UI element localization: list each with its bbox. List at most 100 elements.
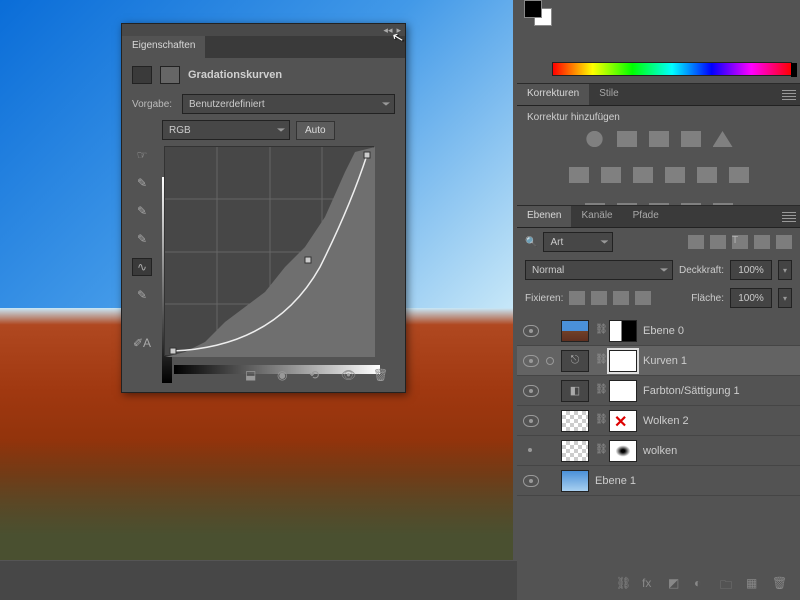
link-mask-icon[interactable]: ⛓ [595,354,603,368]
layer-row[interactable]: Ebene 1 [517,466,800,496]
lock-transparency-icon[interactable] [569,291,585,305]
filter-shape-icon[interactable] [754,235,770,249]
link-mask-icon[interactable]: ⛓ [595,414,603,428]
gray-point-eyedropper-icon[interactable]: ✎ [132,202,152,220]
layer-name[interactable]: wolken [643,445,677,457]
fg-bg-colors[interactable] [522,0,562,36]
layer-row[interactable]: ◧ ⛓ Farbton/Sättigung 1 [517,376,800,406]
curves-svg[interactable] [165,147,375,357]
layer-name[interactable]: Ebene 1 [595,475,636,487]
blend-mode-dropdown[interactable]: Normal [525,260,673,280]
panel-menu-icon[interactable] [782,90,796,100]
curve-point[interactable] [305,257,311,263]
new-layer-icon[interactable]: ▦ [746,576,762,590]
layer-thumbnail[interactable]: ⎋ [561,350,589,372]
curve-point[interactable] [364,152,370,158]
adjustment-mode-icon[interactable] [132,66,152,84]
tab-kanaele[interactable]: Kanäle [571,206,622,227]
draw-curve-icon[interactable]: ✎ [132,286,152,304]
curves-icon[interactable] [649,131,669,147]
tab-pfade[interactable]: Pfade [623,206,669,227]
channel-dropdown[interactable]: RGB [162,120,290,140]
group-icon[interactable]: 🗀 [720,576,736,590]
brightness-icon[interactable] [585,131,605,147]
opacity-dropdown-arrow[interactable]: ▾ [778,260,792,280]
layer-thumbnail[interactable] [561,440,589,462]
lut-icon[interactable] [729,167,749,183]
mask-mode-icon[interactable] [160,66,180,84]
layer-mask-thumbnail[interactable] [609,410,637,432]
panel-menu-icon[interactable] [782,212,796,222]
tab-ebenen[interactable]: Ebenen [517,206,571,227]
layer-mask-thumbnail[interactable] [609,380,637,402]
fx-icon[interactable]: fx [642,576,658,590]
layer-row[interactable]: ⛓ Wolken 2 [517,406,800,436]
exposure-icon[interactable] [681,131,701,147]
collapse-icon[interactable]: ◂◂ [383,25,392,36]
filter-image-icon[interactable] [688,235,704,249]
reset-icon[interactable]: ⟲ [309,368,327,382]
hue-sat-icon[interactable] [569,167,589,183]
link-mask-icon[interactable]: ⛓ [595,324,603,338]
view-previous-icon[interactable]: ◉ [277,368,295,382]
layer-filter-dropdown[interactable]: Art [543,232,613,252]
filter-type-icon[interactable]: T [732,235,748,249]
link-mask-icon[interactable]: ⛓ [595,444,603,458]
layer-thumbnail[interactable] [561,470,589,492]
lock-all-icon[interactable] [635,291,651,305]
curves-graph[interactable] [164,146,374,356]
black-point-eyedropper-icon[interactable]: ✎ [132,174,152,192]
link-mask-icon[interactable]: ⛓ [595,384,603,398]
fill-input[interactable]: 100% [730,288,772,308]
fg-color-swatch[interactable] [524,0,542,18]
layer-mask-thumbnail[interactable] [609,350,637,372]
layer-thumbnail[interactable] [561,410,589,432]
close-icon[interactable]: ▸ [396,25,401,36]
adjustment-icon[interactable]: ◐ [694,576,710,590]
toggle-visibility-icon[interactable]: 👁 [341,368,359,382]
auto-button[interactable]: Auto [296,121,335,140]
visibility-icon[interactable] [523,445,539,457]
white-point-eyedropper-icon[interactable]: ✎ [132,230,152,248]
color-balance-icon[interactable] [601,167,621,183]
trash-icon[interactable]: 🗑 [772,576,788,590]
calculate-icon[interactable]: ✐A [132,334,152,352]
levels-icon[interactable] [617,131,637,147]
layer-name[interactable]: Ebene 0 [643,325,684,337]
photo-filter-icon[interactable] [665,167,685,183]
layer-name[interactable]: Farbton/Sättigung 1 [643,385,740,397]
visibility-icon[interactable] [523,415,539,427]
properties-titlebar[interactable]: ◂◂ ▸ [122,24,405,36]
opacity-input[interactable]: 100% [730,260,772,280]
layer-row[interactable]: ⎋ ⛓ Kurven 1 [517,346,800,376]
channel-mixer-icon[interactable] [697,167,717,183]
clip-to-layer-icon[interactable]: ⬓ [245,368,263,382]
bw-icon[interactable] [633,167,653,183]
targeted-adjust-icon[interactable]: ☞ [132,146,152,164]
layer-mask-thumbnail[interactable] [609,320,637,342]
visibility-icon[interactable] [523,385,539,397]
filter-smart-icon[interactable] [776,235,792,249]
layer-thumbnail[interactable] [561,320,589,342]
fill-dropdown-arrow[interactable]: ▾ [778,288,792,308]
tab-korrekturen[interactable]: Korrekturen [517,84,589,105]
layer-name[interactable]: Wolken 2 [643,415,689,427]
curve-point[interactable] [170,348,176,354]
layer-mask-thumbnail[interactable] [609,440,637,462]
tab-stile[interactable]: Stile [589,84,628,105]
preset-dropdown[interactable]: Benutzerdefiniert [182,94,395,114]
tab-eigenschaften[interactable]: Eigenschaften [122,36,205,58]
link-icon[interactable]: ⛓ [616,576,632,590]
visibility-icon[interactable] [523,325,539,337]
layer-row[interactable]: ⛓ wolken [517,436,800,466]
edit-points-icon[interactable]: ∿ [132,258,152,276]
vibrance-icon[interactable] [713,131,733,147]
lock-position-icon[interactable] [613,291,629,305]
filter-adj-icon[interactable] [710,235,726,249]
lock-pixels-icon[interactable] [591,291,607,305]
visibility-icon[interactable] [523,475,539,487]
layer-thumbnail[interactable]: ◧ [561,380,589,402]
mask-icon[interactable]: ◩ [668,576,684,590]
trash-icon[interactable]: 🗑 [373,368,391,382]
color-spectrum[interactable] [552,62,792,76]
